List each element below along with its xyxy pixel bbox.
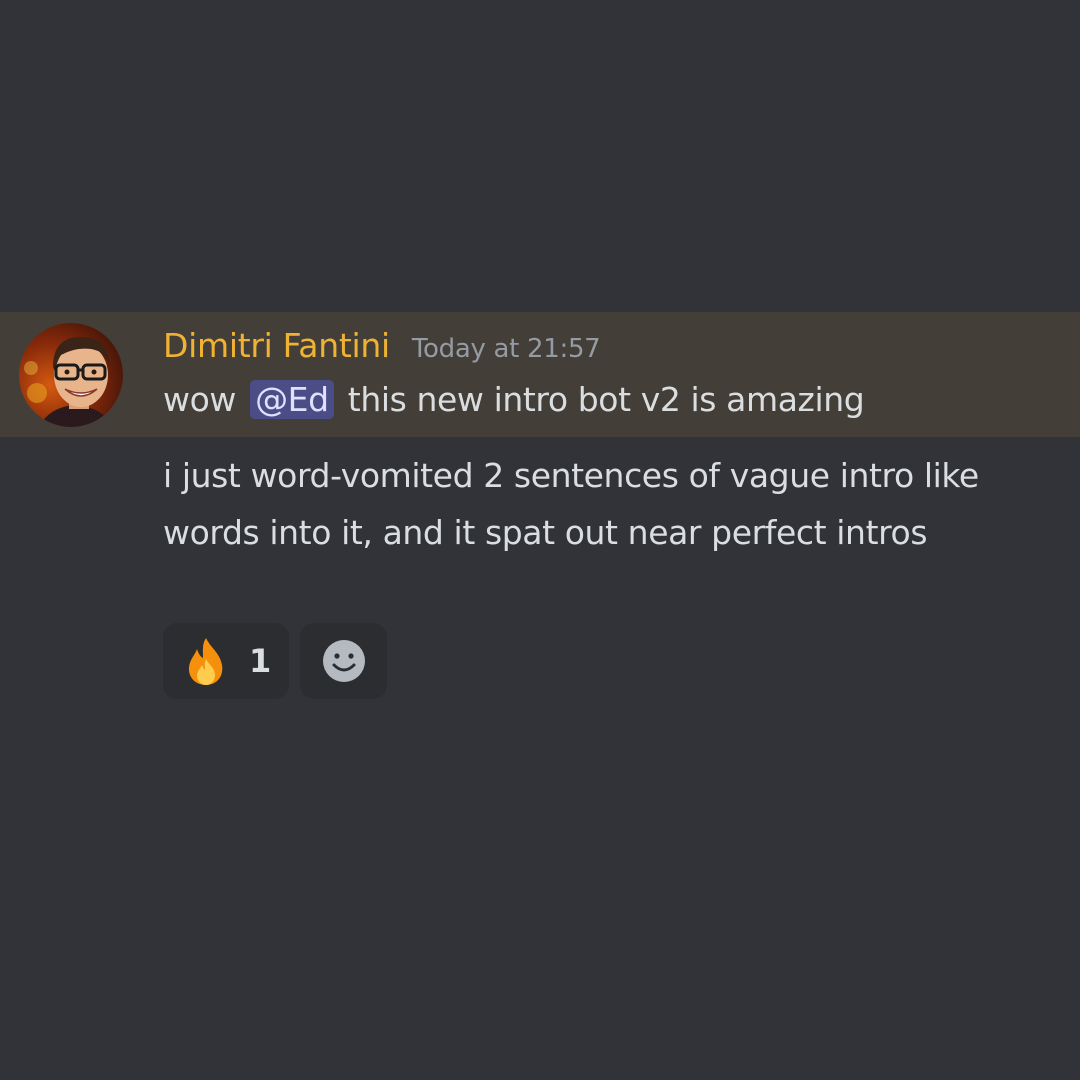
message-header: Dimitri Fantini Today at 21:57 bbox=[163, 326, 601, 365]
message-text-before-mention: wow bbox=[163, 380, 236, 419]
reaction-count: 1 bbox=[249, 642, 272, 680]
avatar-image bbox=[19, 323, 123, 427]
message-timestamp[interactable]: Today at 21:57 bbox=[412, 334, 601, 364]
message-text-after-mention: this new intro bot v2 is amazing bbox=[347, 380, 865, 419]
add-reaction-button[interactable] bbox=[300, 623, 387, 699]
reaction-fire[interactable]: 1 bbox=[163, 623, 289, 699]
message-line-1: wow @Ed this new intro bot v2 is amazing bbox=[163, 380, 865, 419]
message-line-2: i just word-vomited 2 sentences of vague… bbox=[163, 456, 979, 552]
user-mention[interactable]: @Ed bbox=[250, 380, 334, 419]
fire-icon bbox=[188, 638, 223, 685]
reactions-bar: 1 bbox=[163, 623, 387, 699]
chat-view: Dimitri Fantini Today at 21:57 wow @Ed t… bbox=[0, 0, 1080, 1080]
avatar[interactable] bbox=[19, 323, 123, 427]
smiley-icon bbox=[322, 640, 365, 682]
author-name[interactable]: Dimitri Fantini bbox=[163, 326, 390, 365]
